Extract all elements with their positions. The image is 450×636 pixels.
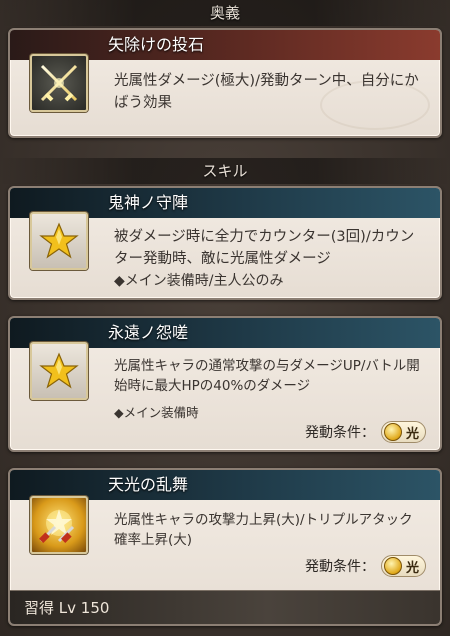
skill-description-3: 光属性キャラの攻撃力上昇(大)/トリプルアタック確率上昇(大)	[114, 512, 413, 548]
skill-card-1[interactable]: 鬼神ノ守陣 被ダメージ時に全力でカウンター(3回)/カウンター発動時、敵に光属性…	[8, 186, 442, 300]
skill-description-1: 被ダメージ時に全力でカウンター(3回)/カウンター発動時、敵に光属性ダメージ	[114, 229, 415, 267]
activation-condition-3: 発動条件： 光	[305, 554, 426, 578]
skill-card-3[interactable]: 天光の乱舞 光属性キャラの攻撃力上昇(大)/トリプルアタック確率上昇(大) 発動…	[8, 468, 442, 626]
light-swords-icon	[30, 496, 88, 554]
skill-card-2[interactable]: 永遠ノ怨嗟 光属性キャラの通常攻撃の与ダメージUP/バトル開始時に最大HPの40…	[8, 316, 442, 452]
ougi-card[interactable]: 矢除けの投石 光属性ダメージ(極大)/発動ターン中、自分にかばう効果	[8, 28, 442, 138]
star-icon	[30, 342, 88, 400]
activation-condition-2: 発動条件： 光	[305, 420, 426, 444]
ougi-section-header: 奥義	[0, 0, 450, 26]
element-label: 光	[405, 426, 419, 442]
skill-note-2: ◆メイン装備時	[114, 405, 199, 420]
skill-note-1: ◆メイン装備時/主人公のみ	[114, 273, 284, 289]
ougi-description: 光属性ダメージ(極大)/発動ターン中、自分にかばう効果	[114, 73, 419, 111]
skill-description-2: 光属性キャラの通常攻撃の与ダメージUP/バトル開始時に最大HPの40%のダメージ	[114, 358, 420, 394]
crossed-swords-icon	[30, 54, 88, 112]
condition-label: 発動条件：	[304, 425, 375, 441]
star-icon	[30, 212, 88, 270]
light-element-icon	[383, 423, 402, 441]
light-element-icon	[383, 557, 402, 575]
light-element-badge: 光	[380, 421, 426, 443]
element-label: 光	[405, 560, 419, 576]
skill-section-header: スキル	[0, 158, 450, 184]
acquire-level-bar: 習得 Lv 150	[10, 590, 440, 624]
condition-label: 発動条件：	[304, 559, 375, 575]
light-element-badge: 光	[380, 555, 426, 577]
